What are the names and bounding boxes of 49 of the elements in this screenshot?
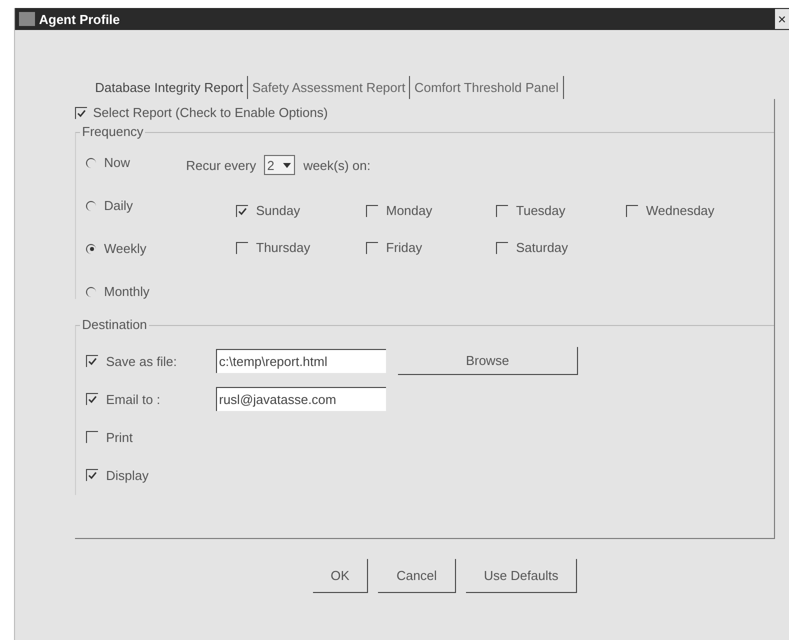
dialog-button[interactable]: Cancel [378,559,456,593]
tab[interactable]: Comfort Threshold Panel [410,76,564,99]
radio-button[interactable] [86,244,96,254]
day-label: Wednesday [646,203,714,218]
tab[interactable]: Database Integrity Report [91,76,248,99]
input-field[interactable]: rusl@javatasse.com [216,387,386,411]
tab[interactable]: Safety Assessment Report [248,76,410,99]
dialog-button[interactable]: Use Defaults [466,559,578,593]
checkbox-label: Select Report (Check to Enable Options) [93,105,328,120]
checkbox[interactable] [86,355,98,367]
radio-label: Weekly [104,241,146,256]
window-title: Agent Profile [39,12,121,26]
checkbox-label: Display [106,468,149,482]
checkbox[interactable] [496,204,508,216]
checkbox[interactable] [366,204,378,216]
group-title: Frequency [80,124,146,139]
app-icon [19,12,35,26]
radio-button[interactable] [86,286,96,296]
recur-label: Recur every [186,158,256,172]
checkbox[interactable] [236,242,248,254]
checkbox-label: Save as file: [106,354,177,368]
checkbox[interactable] [86,393,98,405]
close-button[interactable]: × [774,9,789,29]
recur-suffix: week(s) on: [303,158,371,172]
group-title: Destination [80,317,150,332]
day-label: Thursday [256,240,310,255]
input-field[interactable]: c:\temp\report.html [216,349,386,373]
checkbox-label: Email to : [106,392,160,406]
day-label: Monday [386,203,432,218]
radio-label: Monthly [104,284,150,299]
interval-dropdown[interactable]: 2 [264,155,296,175]
radio-button[interactable] [86,158,96,168]
checkbox[interactable] [366,242,378,254]
checkbox[interactable] [75,106,87,118]
dialog-button[interactable]: OK [312,559,368,593]
radio-button[interactable] [86,200,96,210]
checkbox[interactable] [86,431,98,443]
radio-label: Daily [104,198,133,213]
checkbox[interactable] [86,469,98,481]
checkbox[interactable] [496,242,508,254]
checkbox[interactable] [626,204,638,216]
day-label: Saturday [516,240,568,255]
browse-button[interactable]: Browse [398,347,578,375]
day-label: Sunday [256,203,300,218]
radio-label: Now [104,155,130,170]
checkbox-label: Print [106,430,133,444]
day-label: Tuesday [516,203,566,218]
checkbox[interactable] [236,204,248,216]
day-label: Friday [386,240,422,255]
